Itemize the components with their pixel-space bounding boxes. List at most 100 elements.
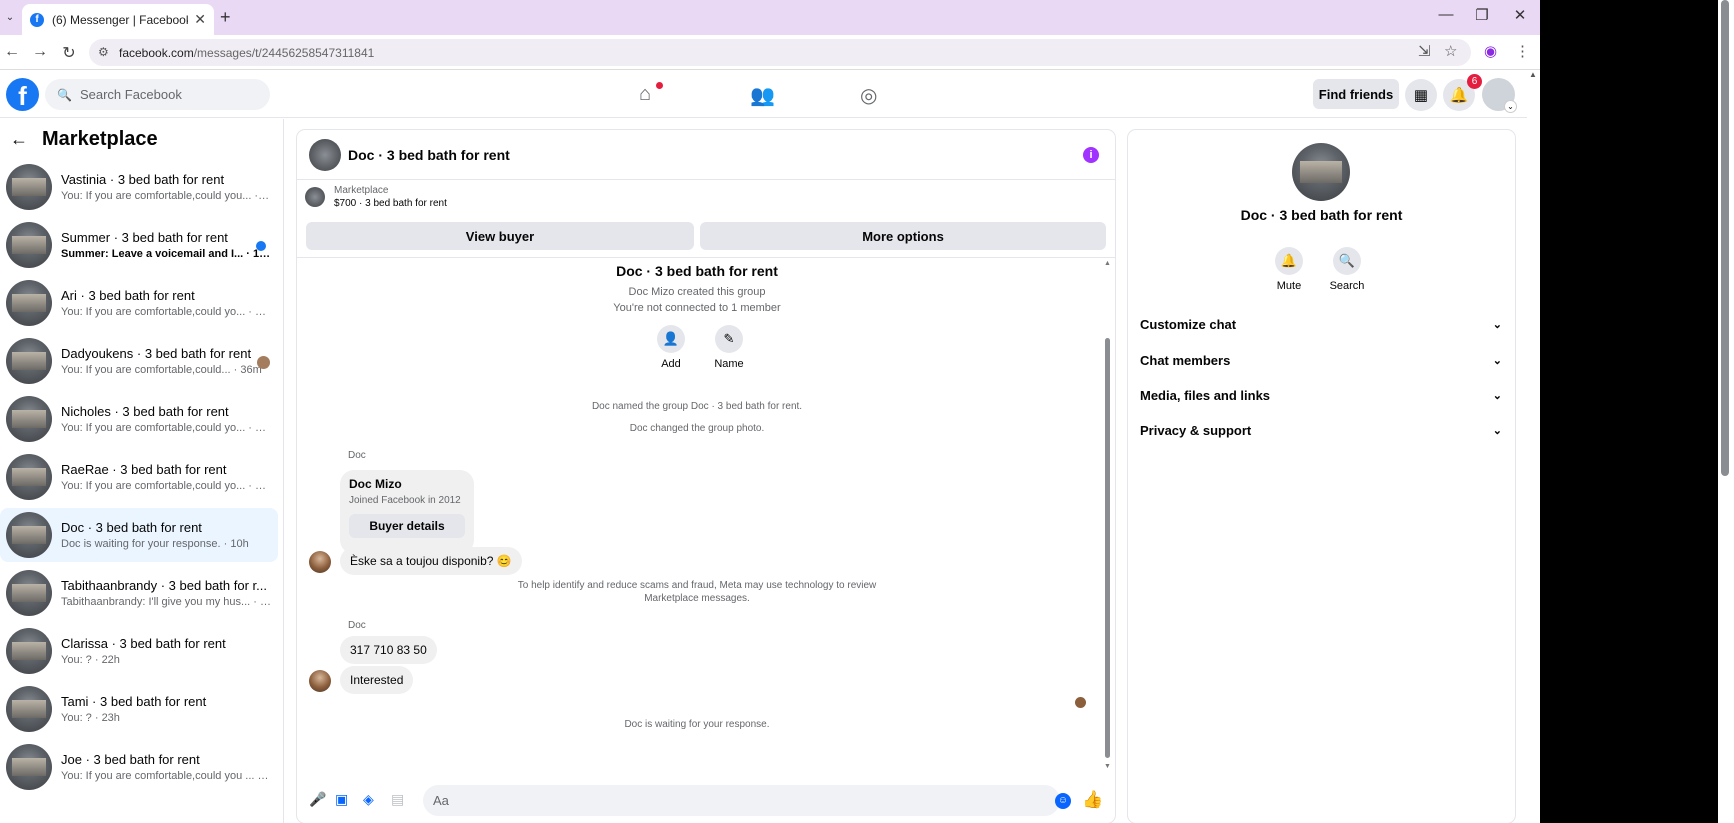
groups-icon[interactable]: ◎ xyxy=(860,83,877,108)
section-label: Media, files and links xyxy=(1140,387,1271,403)
group-title: Doc · 3 bed bath for rent xyxy=(616,263,778,279)
restore-button[interactable]: ❐ xyxy=(1467,6,1497,24)
outer-scroll-thumb[interactable] xyxy=(1721,0,1729,476)
account-avatar[interactable]: ⌄ xyxy=(1482,78,1517,113)
rename-group-button[interactable]: ✎ Name xyxy=(704,325,754,370)
tab-close-icon[interactable]: ✕ xyxy=(194,11,206,28)
bell-icon: 🔔 xyxy=(1275,247,1303,275)
unread-dot xyxy=(256,241,266,251)
menu-grid-icon[interactable]: ▦ xyxy=(1405,79,1437,111)
conversation-item-active[interactable]: Doc · 3 bed bath for rent Doc is waiting … xyxy=(0,508,278,562)
conversation-name: Tabithaanbrandy · 3 bed bath for r... xyxy=(61,578,267,593)
url-path: /messages/t/24456258547311841 xyxy=(193,45,375,60)
browser-tab[interactable]: f (6) Messenger | Facebook ✕ xyxy=(22,4,214,35)
sidebar-title: Marketplace xyxy=(42,128,158,150)
buyer-card: Doc Mizo Joined Facebook in 2012 Buyer d… xyxy=(340,470,474,554)
chat-title[interactable]: Doc · 3 bed bath for rent xyxy=(348,147,510,163)
scroll-down-icon[interactable]: ▼ xyxy=(1104,763,1111,770)
new-tab-button[interactable]: + xyxy=(220,7,231,28)
search-chat-button[interactable]: 🔍 Search xyxy=(1322,247,1372,292)
message-input[interactable]: Aa xyxy=(423,785,1060,816)
section-chat-members[interactable]: Chat members ⌄ xyxy=(1140,345,1502,375)
scroll-up-icon[interactable]: ▲ xyxy=(1529,70,1537,79)
message-bubble[interactable]: 317 710 83 50 xyxy=(340,636,437,664)
tab-search-dropdown-icon[interactable]: ⌄ xyxy=(2,8,18,26)
emoji-icon[interactable]: ☺ xyxy=(1055,793,1071,809)
gif-icon[interactable]: ▤ xyxy=(391,791,404,808)
facebook-logo[interactable]: f xyxy=(6,78,39,111)
install-app-icon[interactable]: ⇲ xyxy=(1418,42,1431,60)
tab-title: (6) Messenger | Facebook xyxy=(52,12,189,27)
section-media-files-links[interactable]: Media, files and links ⌄ xyxy=(1140,380,1502,410)
forward-icon[interactable]: → xyxy=(29,43,51,61)
add-label: Add xyxy=(661,358,681,370)
like-thumb-icon[interactable]: 👍 xyxy=(1082,790,1103,810)
search-input[interactable]: 🔍 Search Facebook xyxy=(45,79,270,110)
conversation-item[interactable]: Joe · 3 bed bath for rent You: If you are… xyxy=(0,740,278,794)
outer-scrollbar[interactable] xyxy=(1718,0,1734,823)
group-created-text: Doc Mizo created this group xyxy=(628,286,766,298)
find-friends-button[interactable]: Find friends xyxy=(1313,79,1399,109)
conversation-item[interactable]: RaeRae · 3 bed bath for rent You: If you … xyxy=(0,450,278,504)
buyer-details-button[interactable]: Buyer details xyxy=(349,514,465,538)
section-label: Customize chat xyxy=(1140,316,1237,332)
conversation-avatar xyxy=(6,628,52,674)
site-info-icon[interactable]: ⚙ xyxy=(98,45,109,59)
section-privacy-support[interactable]: Privacy & support ⌄ xyxy=(1140,415,1502,445)
listing-info[interactable]: Marketplace $700 · 3 bed bath for rent xyxy=(305,185,447,209)
home-icon[interactable]: ⌂ xyxy=(639,83,651,106)
browser-menu-icon[interactable]: ⋮ xyxy=(1515,42,1530,60)
buyer-joined: Joined Facebook in 2012 xyxy=(349,495,461,506)
profile-icon[interactable]: ◉ xyxy=(1484,42,1497,60)
url-field[interactable]: ⚙ facebook.com/messages/t/24456258547311… xyxy=(89,39,1471,66)
conversation-preview: Tabithaanbrandy: I'll give you my hus...… xyxy=(61,596,272,608)
conversation-item[interactable]: Ari · 3 bed bath for rent You: If you are… xyxy=(0,276,278,330)
chevron-down-icon: ⌄ xyxy=(1492,318,1502,331)
back-arrow-icon[interactable]: ← xyxy=(10,129,28,150)
listing-detail: $700 · 3 bed bath for rent xyxy=(334,198,447,209)
conversation-name: Vastinia · 3 bed bath for rent xyxy=(61,172,225,187)
chat-info-panel: Doc · 3 bed bath for rent 🔔 Mute 🔍 Searc… xyxy=(1128,130,1515,823)
conversation-item[interactable]: Summer · 3 bed bath for rent Summer: Leav… xyxy=(0,218,278,272)
page-scrollbar[interactable]: ▲ xyxy=(1527,70,1540,823)
close-window-button[interactable]: ✕ xyxy=(1505,6,1535,24)
conversation-preview: Doc is waiting for your response. · 10h xyxy=(61,538,249,550)
message-bubble[interactable]: Interested xyxy=(340,666,414,694)
conversation-item[interactable]: Vastinia · 3 bed bath for rent You: If yo… xyxy=(0,160,278,214)
microphone-icon[interactable]: 🎤 xyxy=(309,791,326,808)
scroll-up-icon[interactable]: ▲ xyxy=(1104,260,1111,267)
mute-button[interactable]: 🔔 Mute xyxy=(1264,247,1314,292)
bookmark-star-icon[interactable]: ☆ xyxy=(1444,42,1457,60)
info-icon[interactable]: i xyxy=(1083,147,1099,163)
add-member-button[interactable]: 👤 Add xyxy=(646,325,696,370)
conversation-item[interactable]: Tami · 3 bed bath for rent You: ? · 23h xyxy=(0,682,278,736)
scroll-thumb[interactable] xyxy=(1105,338,1110,758)
group-avatar[interactable] xyxy=(1292,143,1350,201)
view-buyer-button[interactable]: View buyer xyxy=(306,222,694,250)
thread-scrollbar[interactable]: ▲ ▼ xyxy=(1104,258,1112,773)
facebook-header: f 🔍 Search Facebook ⌂ 👥 ◎ Find friends ▦… xyxy=(0,70,1540,118)
message-bubble[interactable]: Èske sa a toujou disponib? 😊 xyxy=(340,547,522,575)
message-input-placeholder: Aa xyxy=(433,793,449,808)
conversation-name: Ari · 3 bed bath for rent xyxy=(61,288,195,303)
conversation-name: Nicholes · 3 bed bath for rent xyxy=(61,404,229,419)
conversation-name: Joe · 3 bed bath for rent xyxy=(61,752,200,767)
conversation-item[interactable]: Tabithaanbrandy · 3 bed bath for r... Tab… xyxy=(0,566,278,620)
conversation-preview: You: ? · 23h xyxy=(61,712,120,724)
chat-avatar[interactable] xyxy=(309,138,341,171)
conversation-item[interactable]: Dadyoukens · 3 bed bath for rent You: If … xyxy=(0,334,278,388)
reload-icon[interactable]: ↻ xyxy=(58,43,80,63)
conversation-item[interactable]: Nicholes · 3 bed bath for rent You: If yo… xyxy=(0,392,278,446)
conversation-preview: You: If you are comfortable,could yo... … xyxy=(61,480,272,492)
friends-icon[interactable]: 👥 xyxy=(750,83,775,108)
back-icon[interactable]: ← xyxy=(1,43,23,61)
conversation-item[interactable]: Clarissa · 3 bed bath for rent You: ? · 2… xyxy=(0,624,278,678)
photo-icon[interactable]: ▣ xyxy=(335,791,348,808)
conversation-preview: You: ? · 22h xyxy=(61,654,120,666)
conversation-preview: You: If you are comfortable,could yo... … xyxy=(61,306,272,318)
section-customize-chat[interactable]: Customize chat ⌄ xyxy=(1140,309,1502,339)
minimize-button[interactable]: — xyxy=(1431,6,1461,23)
sticker-icon[interactable]: ◈ xyxy=(363,791,374,808)
more-options-button[interactable]: More options xyxy=(700,222,1106,250)
waiting-response-text: Doc is waiting for your response. xyxy=(624,719,770,730)
